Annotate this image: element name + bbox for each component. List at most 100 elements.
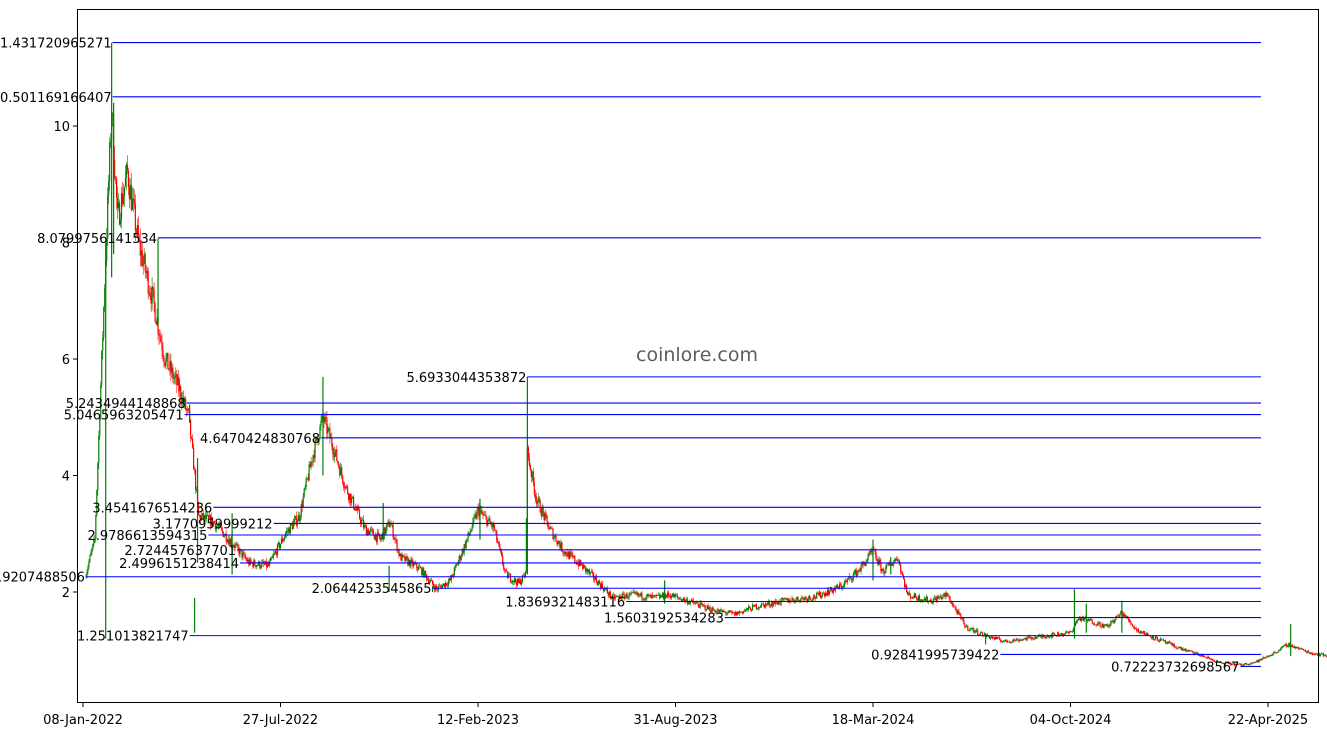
candle-body [1255,661,1257,663]
candle-body [1173,643,1175,647]
candle-body [755,604,758,609]
level-label: 0.72223732698567 [1111,660,1239,675]
candle-body [260,567,262,569]
candle-body [343,482,345,488]
candle-body [999,639,1001,641]
candle-body [555,535,557,542]
candle-body [303,488,305,497]
level-label: 2.9786613594315 [87,529,207,544]
candle-body [745,609,747,611]
candle-body [1003,640,1005,642]
candle-body [678,598,681,599]
candle-body [892,563,894,566]
candle-body [358,509,361,519]
candle-body [1132,624,1134,627]
candle-body [337,460,339,464]
candle-body [1265,656,1267,659]
candle-body [894,559,896,562]
candle-body [1302,648,1305,651]
candle-body [310,461,312,468]
candle-body [626,593,628,599]
candle-body [814,595,816,598]
candle-body [964,623,966,628]
candle-body [87,567,89,572]
candle-body [867,554,869,561]
candle-body [876,558,878,561]
candle-body [1131,623,1133,625]
candle-body [1075,621,1078,623]
candle-body [302,496,304,508]
candle-body [142,261,144,267]
candle-body [402,554,404,556]
candle-body [1109,624,1111,627]
candle-body [797,596,799,601]
candle-body [631,592,633,594]
candle-body [1279,649,1281,651]
candle-body [338,463,340,468]
candle-body [329,428,331,439]
candle-body [393,537,395,539]
candle-body [161,341,163,351]
candle-body [493,523,495,529]
candle-body [147,270,149,294]
candle-body [90,552,92,556]
candle-body [1176,648,1178,650]
candle-body [1175,646,1177,649]
candle-body [547,521,549,529]
candle-body [259,561,261,568]
candle-body [282,539,285,542]
candle-body [272,556,274,559]
candle-body [1054,633,1056,635]
candle-body [839,584,842,586]
candle-body [1204,656,1206,657]
candle-body [727,612,729,614]
candle-body [279,543,282,549]
candle-body [553,536,555,540]
candle-body [162,350,164,357]
x-tick-label: 18-Mar-2024 [832,713,915,728]
candle-body [1053,632,1055,634]
level-label: 5.6933044353872 [406,371,526,386]
candle-body [836,585,839,587]
candle-body [915,597,918,599]
candle-body [1286,644,1288,647]
candle-body [853,572,855,575]
candle-body [1071,631,1074,633]
candle-body [237,544,239,549]
candle-body [470,530,472,533]
candle-body [1077,619,1079,620]
level-label: 2.4996151238414 [119,557,239,572]
candle-body [465,541,467,548]
candle-body [529,465,531,470]
candle-body [902,572,904,576]
level-label: 1.251013821747 [77,630,189,645]
candle-body [843,582,845,587]
candle-body [947,595,949,597]
candle-body [144,253,146,272]
candle-body [965,626,967,628]
candle-body [641,592,643,599]
candle-body [691,599,693,601]
candle-body [123,186,126,196]
candle-body [1076,619,1079,622]
candle-body [1036,637,1038,639]
candle-body [1096,625,1098,626]
candle-body [967,625,969,631]
candle-body [533,482,535,494]
candle-body [1278,650,1280,652]
candle-body [420,567,422,569]
candle-body [860,564,862,572]
candle-body [283,536,286,540]
candle-body [192,438,194,448]
candle-body [1205,656,1207,658]
candle-body [244,553,246,558]
candle-body [163,356,165,363]
candle-body [538,497,540,501]
candle-body [955,607,957,611]
candle-body [172,367,174,379]
candle-body [847,578,849,580]
candle-body [792,598,794,600]
candle-body [701,603,703,606]
candle-body [821,595,823,598]
candle-body [1287,646,1289,648]
